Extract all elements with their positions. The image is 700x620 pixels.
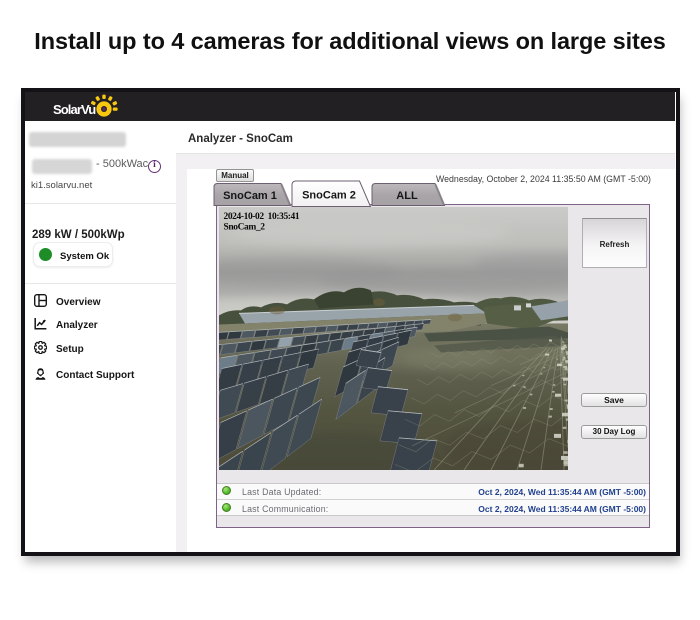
svg-text:SnoCam 1: SnoCam 1 — [223, 190, 277, 202]
svg-text:2024-10-02 10:35:41: 2024-10-02 10:35:41 — [224, 212, 300, 222]
svg-text:SnoCam_2: SnoCam_2 — [224, 223, 266, 233]
svg-text:ALL: ALL — [396, 190, 418, 202]
svg-text:SnoCam 2: SnoCam 2 — [302, 190, 356, 202]
